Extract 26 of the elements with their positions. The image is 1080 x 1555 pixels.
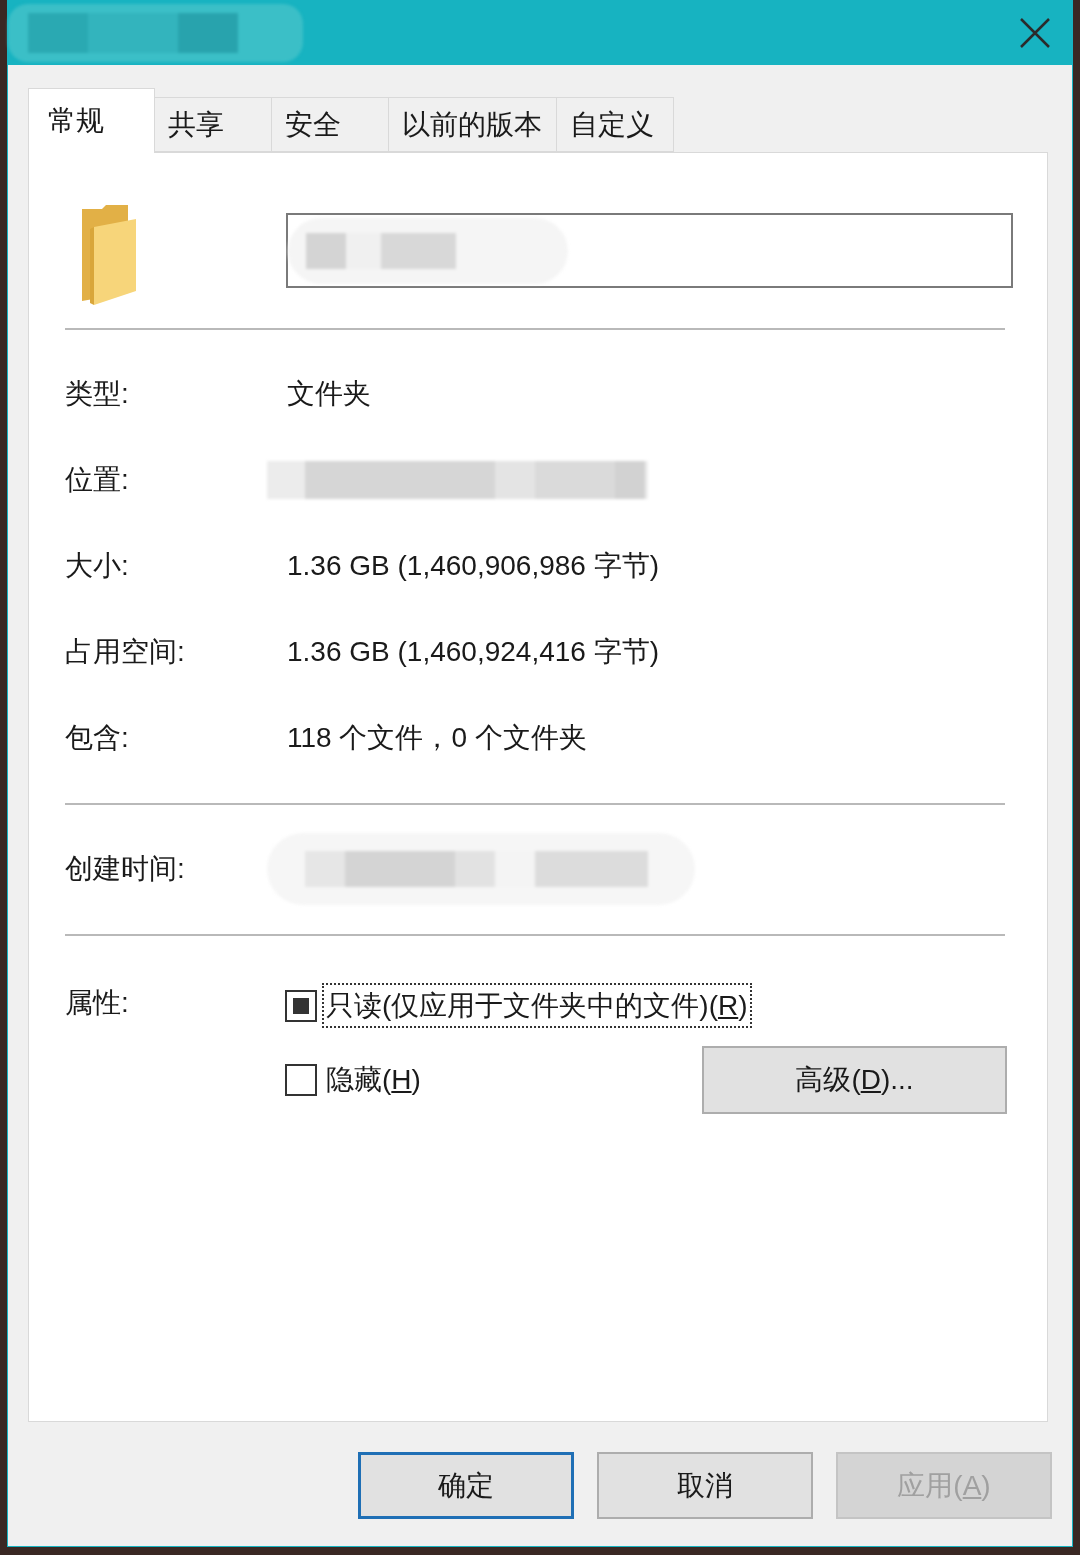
field-value: 文件夹 [287,377,371,411]
field-label: 创建时间: [65,852,186,886]
close-icon[interactable] [1020,17,1050,48]
dialog-button[interactable]: 取消 [597,1452,813,1519]
field-label: 占用空间: [65,635,186,669]
checkbox-label[interactable]: 隐藏(H) [322,1057,425,1103]
advanced-button[interactable]: 高级(D)... [702,1046,1007,1114]
field-label: 类型: [65,377,130,411]
tab[interactable]: 安全 [271,97,389,152]
field-value: 1.36 GB (1,460,906,986 字节) [287,549,659,583]
field-value: 1.36 GB (1,460,924,416 字节) [287,635,659,669]
field-value: 118 个文件，0 个文件夹 [287,721,587,755]
field-label: 大小: [65,549,130,583]
tab[interactable]: 常规 [28,88,155,153]
field-label: 位置: [65,463,130,497]
tab[interactable]: 共享 [154,97,272,152]
folder-icon [80,205,136,305]
name-field[interactable] [286,213,1013,288]
field-label: 属性: [65,986,130,1020]
checkbox-label[interactable]: 只读(仅应用于文件夹中的文件)(R) [322,983,752,1028]
checkbox[interactable] [285,1064,317,1096]
checkbox[interactable] [285,989,317,1022]
field-label: 包含: [65,721,130,755]
tab[interactable]: 自定义 [556,97,674,152]
dialog-button[interactable]: 确定 [358,1452,574,1519]
tab[interactable]: 以前的版本 [388,97,557,152]
